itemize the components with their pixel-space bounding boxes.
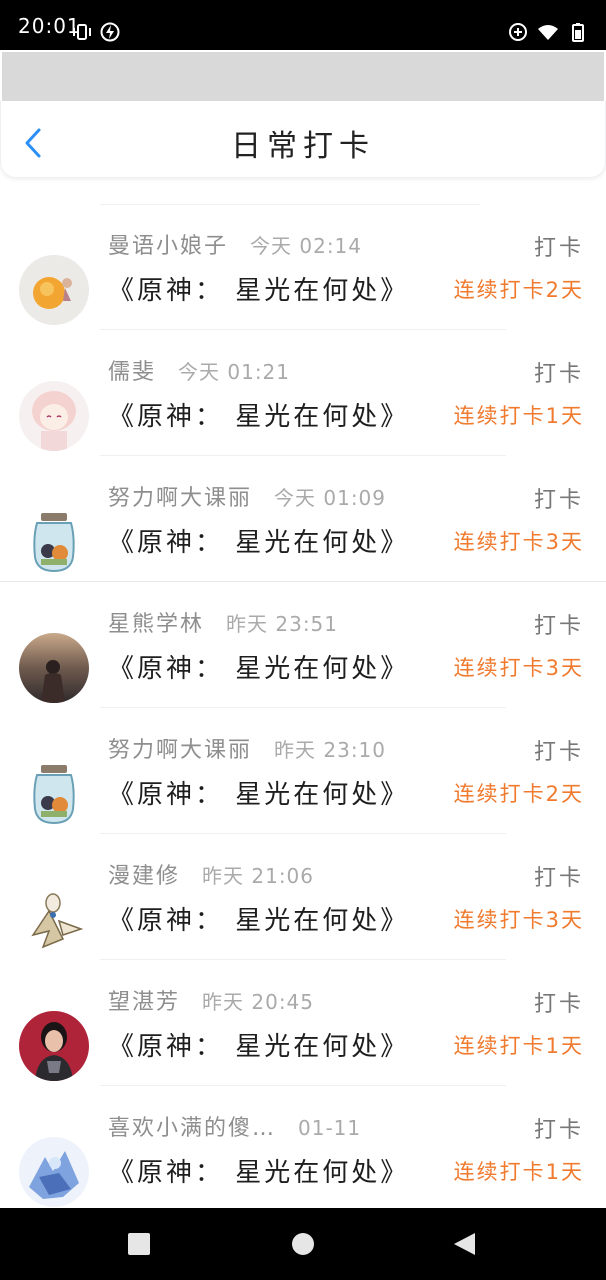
streak-label: 连续打卡3天 (453, 656, 584, 680)
user-name[interactable]: 曼语小娘子 (108, 228, 228, 260)
topic-title[interactable]: 《原神： 星光在何处》 (108, 396, 409, 433)
post-time: 01-11 (298, 1116, 362, 1140)
list-item[interactable]: 儒斐 今天 01:21 《原神： 星光在何处》 打卡 连续打卡1天 (0, 330, 606, 456)
post-time: 昨天 23:51 (226, 612, 339, 636)
avatar[interactable] (19, 1137, 89, 1207)
header-bar: 日常打卡 (0, 101, 606, 178)
battery-icon (572, 23, 584, 42)
avatar-blue-figure-icon (19, 1137, 89, 1207)
list-item[interactable]: 望湛芳 昨天 20:45 《原神： 星光在何处》 打卡 连续打卡1天 (0, 960, 606, 1086)
wifi-icon (538, 25, 558, 40)
user-name[interactable]: 望湛芳 (108, 984, 180, 1016)
topic-title[interactable]: 《原神： 星光在何处》 (108, 774, 409, 811)
checkin-button[interactable]: 打卡 (534, 860, 584, 892)
user-name[interactable]: 漫建修 (108, 858, 180, 890)
user-name[interactable]: 儒斐 (108, 354, 156, 386)
avatar[interactable] (19, 1011, 89, 1081)
square-icon[interactable] (127, 1232, 151, 1256)
circle-icon[interactable] (291, 1232, 315, 1256)
checkin-button[interactable]: 打卡 (534, 1112, 584, 1144)
page-title: 日常打卡 (231, 129, 375, 164)
post-time: 昨天 21:06 (202, 864, 315, 888)
avatar[interactable] (19, 255, 89, 325)
topic-title[interactable]: 《原神： 星光在何处》 (108, 270, 409, 307)
avatar[interactable] (19, 759, 89, 829)
topic-title[interactable]: 《原神： 星光在何处》 (108, 1152, 409, 1189)
streak-label: 连续打卡1天 (453, 1034, 584, 1058)
user-name[interactable]: 星熊学林 (108, 606, 204, 638)
avatar[interactable] (19, 507, 89, 577)
avatar-orange-fruit-icon (19, 255, 89, 325)
list-item[interactable]: 漫建修 昨天 21:06 《原神： 星光在何处》 打卡 连续打卡3天 (0, 834, 606, 960)
list-item[interactable]: 星熊学林 昨天 23:51 《原神： 星光在何处》 打卡 连续打卡3天 (0, 582, 606, 708)
avatar[interactable] (19, 633, 89, 703)
avatar-pokemon-icon (19, 885, 89, 955)
user-name[interactable]: 喜欢小满的傻… (108, 1110, 276, 1142)
checkin-button[interactable]: 打卡 (534, 482, 584, 514)
checkin-button[interactable]: 打卡 (534, 986, 584, 1018)
avatar-jar-icon (19, 507, 89, 577)
avatar[interactable] (19, 381, 89, 451)
streak-label: 连续打卡1天 (453, 1160, 584, 1184)
list-item[interactable]: 喜欢小满的傻… 01-11 《原神： 星光在何处》 打卡 连续打卡1天 (0, 1086, 606, 1212)
gray-banner (2, 52, 604, 101)
user-name[interactable]: 努力啊大课丽 (108, 732, 252, 764)
streak-label: 连续打卡3天 (453, 530, 584, 554)
list-item[interactable]: 曼语小娘子 今天 02:14 《原神： 星光在何处》 打卡 连续打卡2天 (0, 204, 606, 330)
vibrate-icon (73, 24, 91, 40)
charging-icon (100, 22, 120, 42)
checkin-button[interactable]: 打卡 (534, 356, 584, 388)
streak-label: 连续打卡3天 (453, 908, 584, 932)
topic-title[interactable]: 《原神： 星光在何处》 (108, 1026, 409, 1063)
list-item[interactable]: 努力啊大课丽 昨天 23:10 《原神： 星光在何处》 打卡 连续打卡2天 (0, 708, 606, 834)
streak-label: 连续打卡1天 (453, 404, 584, 428)
post-time: 今天 01:09 (274, 486, 387, 510)
back-triangle-icon[interactable] (453, 1232, 477, 1256)
list-item[interactable]: 努力啊大课丽 今天 01:09 《原神： 星光在何处》 打卡 连续打卡3天 (0, 456, 606, 582)
streak-label: 连续打卡2天 (453, 782, 584, 806)
checkin-button[interactable]: 打卡 (534, 230, 584, 262)
topic-title[interactable]: 《原神： 星光在何处》 (108, 648, 409, 685)
system-nav-bar (0, 1208, 606, 1280)
post-time: 昨天 23:10 (274, 738, 387, 762)
avatar-jar-icon (19, 759, 89, 829)
avatar[interactable] (19, 885, 89, 955)
checkin-button[interactable]: 打卡 (534, 734, 584, 766)
avatar-woman-red-icon (19, 1011, 89, 1081)
post-time: 昨天 20:45 (202, 990, 315, 1014)
post-time: 今天 01:21 (178, 360, 291, 384)
avatar-seaside-icon (19, 633, 89, 703)
post-time: 今天 02:14 (250, 234, 363, 258)
status-bar: 20:01 (0, 0, 606, 50)
checkin-button[interactable]: 打卡 (534, 608, 584, 640)
data-saver-icon (509, 23, 527, 41)
user-name[interactable]: 努力啊大课丽 (108, 480, 252, 512)
topic-title[interactable]: 《原神： 星光在何处》 (108, 522, 409, 559)
streak-label: 连续打卡2天 (453, 278, 584, 302)
avatar-anime-girl-icon (19, 381, 89, 451)
topic-title[interactable]: 《原神： 星光在何处》 (108, 900, 409, 937)
